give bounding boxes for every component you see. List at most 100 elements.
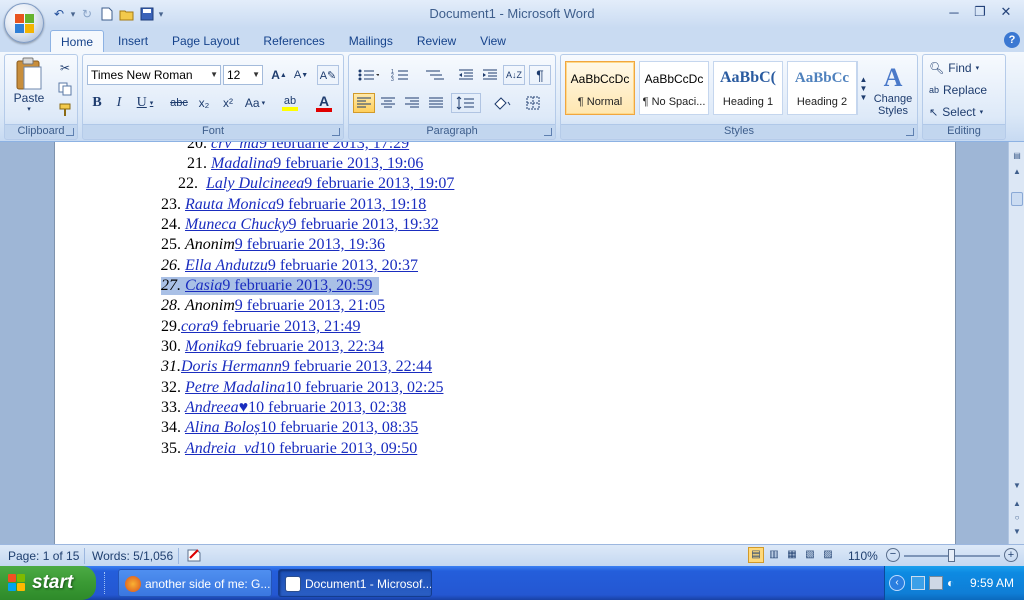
draft-icon[interactable]: ▨ — [820, 547, 836, 563]
list-item[interactable]: 32. Petre Madalina10 februarie 2013, 02:… — [161, 379, 443, 397]
font-dialog-launcher-icon[interactable] — [332, 128, 340, 136]
outline-icon[interactable]: ▧ — [802, 547, 818, 563]
sort-button[interactable]: A↓Z — [503, 65, 525, 85]
list-name[interactable]: Andreea♥ — [185, 399, 248, 416]
list-item[interactable]: 24. Muneca Chucky9 februarie 2013, 19:32 — [161, 216, 439, 234]
print-layout-icon[interactable]: ▤ — [748, 547, 764, 563]
underline-button[interactable]: U ▾ — [131, 93, 159, 113]
zoom-slider-thumb[interactable] — [948, 549, 955, 562]
style-no-spacing[interactable]: AaBbCcDc ¶ No Spaci... — [639, 61, 709, 115]
proofing-icon[interactable] — [186, 547, 202, 566]
shading-button[interactable] — [487, 93, 517, 113]
list-item[interactable]: 33. Andreea♥10 februarie 2013, 02:38 — [161, 399, 406, 417]
italic-button[interactable]: I — [109, 93, 129, 113]
change-styles-button[interactable]: A Change Styles — [871, 57, 915, 123]
office-button[interactable] — [4, 3, 44, 43]
format-painter-icon[interactable] — [55, 101, 75, 119]
list-item[interactable]: 23. Rauta Monica9 februarie 2013, 19:18 — [161, 196, 426, 214]
tab-home[interactable]: Home — [50, 30, 105, 52]
align-right-button[interactable] — [401, 93, 423, 113]
clear-formatting-button[interactable]: A✎ — [317, 65, 339, 85]
list-item[interactable]: 26. Ella Andutzu9 februarie 2013, 20:37 — [161, 257, 418, 275]
network-icon[interactable] — [911, 576, 925, 590]
zoom-in-icon[interactable]: + — [1004, 548, 1018, 562]
scroll-thumb[interactable] — [1011, 192, 1023, 206]
list-item[interactable]: 29.cora9 februarie 2013, 21:49 — [161, 318, 361, 336]
next-page-icon[interactable]: ▼ — [1010, 524, 1024, 538]
strikethrough-button[interactable]: abc — [167, 93, 191, 113]
list-name[interactable]: Laly Dulcineea — [206, 175, 304, 192]
decrease-indent-button[interactable] — [455, 65, 477, 85]
start-button[interactable]: start — [0, 566, 96, 600]
tab-insert[interactable]: Insert — [108, 30, 158, 52]
list-date[interactable]: 10 februarie 2013, 02:25 — [285, 379, 443, 396]
taskbar-item-word[interactable]: Document1 - Microsof... — [278, 569, 432, 597]
style-heading-2[interactable]: AaBbCc Heading 2 — [787, 61, 857, 115]
list-date[interactable]: 9 februarie 2013, 19:06 — [273, 155, 423, 172]
bold-button[interactable]: B — [87, 93, 107, 113]
shrink-font-button[interactable]: A ▼ — [291, 65, 311, 85]
line-spacing-button[interactable] — [451, 93, 481, 113]
styles-gallery-scroll[interactable]: ▲ ▼ ▼ — [857, 61, 869, 115]
list-name[interactable]: Monika — [185, 338, 234, 355]
taskbar-item-firefox[interactable]: another side of me: G... — [118, 569, 272, 597]
paragraph-dialog-launcher-icon[interactable] — [544, 128, 552, 136]
taskbar-clock[interactable]: 9:59 AM — [970, 576, 1014, 590]
tab-view[interactable]: View — [470, 30, 516, 52]
scroll-down-icon[interactable]: ▼ — [1010, 478, 1024, 492]
numbering-button[interactable]: 123 — [387, 65, 417, 85]
font-name-dropdown-icon[interactable]: ▼ — [210, 66, 218, 84]
list-name[interactable]: Alina Boloș — [185, 419, 260, 436]
cut-icon[interactable]: ✂ — [55, 59, 75, 77]
list-item[interactable]: 28. Anonim9 februarie 2013, 21:05 — [161, 297, 385, 315]
close-button[interactable]: ✕ — [994, 2, 1018, 22]
list-item[interactable]: 30. Monika9 februarie 2013, 22:34 — [161, 338, 384, 356]
volume-icon[interactable]: ◐ — [947, 576, 959, 590]
list-item[interactable]: 31.Doris Hermann9 februarie 2013, 22:44 — [161, 358, 432, 376]
list-date[interactable]: 10 februarie 2013, 02:38 — [248, 399, 406, 416]
ruler-toggle-icon[interactable]: ▤ — [1010, 148, 1024, 162]
select-button[interactable]: ↖ Select ▾ — [929, 103, 1003, 121]
tray-expand-icon[interactable]: ‹ — [889, 575, 905, 591]
multilevel-list-button[interactable] — [421, 65, 451, 85]
list-date[interactable]: 9 februarie 2013, 17:29 — [259, 142, 409, 152]
list-date[interactable]: 9 februarie 2013, 20:59 — [222, 277, 372, 294]
list-item[interactable]: 25. Anonim9 februarie 2013, 19:36 — [161, 236, 385, 254]
align-center-button[interactable] — [377, 93, 399, 113]
highlight-button[interactable]: ab — [275, 93, 305, 113]
grow-font-button[interactable]: A ▲ — [269, 65, 289, 85]
style-heading-1[interactable]: AaBbC( Heading 1 — [713, 61, 783, 115]
list-name[interactable]: Madalina — [211, 155, 273, 172]
justify-button[interactable] — [425, 93, 447, 113]
list-item[interactable]: 20. crv_ma9 februarie 2013, 17:29 — [187, 142, 409, 153]
align-left-button[interactable] — [353, 93, 375, 113]
borders-button[interactable] — [521, 93, 551, 113]
list-name[interactable]: Doris Hermann — [181, 358, 282, 375]
zoom-out-icon[interactable]: − — [886, 548, 900, 562]
tab-review[interactable]: Review — [407, 30, 466, 52]
subscript-button[interactable]: x₂ — [193, 93, 215, 113]
list-name[interactable]: cora — [181, 318, 210, 335]
zoom-level[interactable]: 110% — [848, 549, 878, 563]
increase-indent-button[interactable] — [479, 65, 501, 85]
styles-dialog-launcher-icon[interactable] — [906, 128, 914, 136]
display-icon[interactable] — [929, 576, 943, 590]
list-name[interactable]: Andreia_vd — [185, 440, 259, 457]
font-size-dropdown-icon[interactable]: ▼ — [252, 66, 260, 84]
minimize-button[interactable]: ─ — [942, 2, 966, 22]
show-formatting-button[interactable]: ¶ — [529, 65, 551, 85]
vertical-scrollbar[interactable]: ▤ ▲ ▼ ▲ ○ ▼ — [1008, 142, 1024, 544]
list-item[interactable]: 22. Laly Dulcineea9 februarie 2013, 19:0… — [178, 175, 454, 193]
font-size-box[interactable]: 12 ▼ — [223, 65, 263, 85]
list-item-selected[interactable]: 27. Casia9 februarie 2013, 20:59 — [161, 277, 379, 295]
list-item[interactable]: 35. Andreia_vd10 februarie 2013, 09:50 — [161, 440, 417, 458]
list-name[interactable]: crv_ma — [211, 142, 259, 152]
page-count[interactable]: Page: 1 of 15 — [8, 549, 79, 563]
full-screen-reading-icon[interactable]: ▥ — [766, 547, 782, 563]
list-item[interactable]: 34. Alina Boloș10 februarie 2013, 08:35 — [161, 419, 418, 437]
list-name[interactable]: Casia — [185, 277, 222, 294]
list-date[interactable]: 9 februarie 2013, 19:32 — [289, 216, 439, 233]
styles-more-icon[interactable]: ▼ — [860, 93, 868, 102]
superscript-button[interactable]: x² — [217, 93, 239, 113]
list-name[interactable]: Muneca Chucky — [185, 216, 289, 233]
